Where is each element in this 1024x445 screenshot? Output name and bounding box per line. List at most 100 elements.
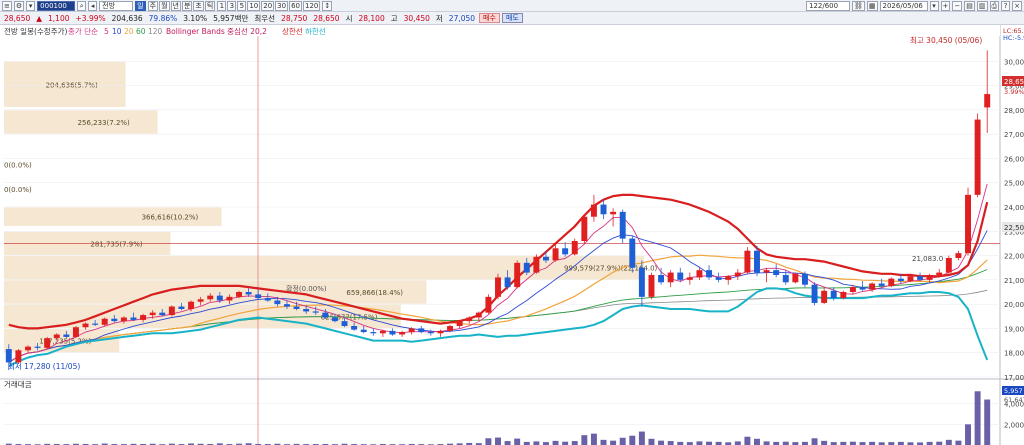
candle-body xyxy=(418,328,425,333)
minute-preset-button-6[interactable]: 60 xyxy=(289,0,303,11)
period-button-1[interactable]: 월 xyxy=(159,0,170,11)
ma5-legend: 5 xyxy=(104,27,109,36)
candle-body xyxy=(303,309,310,312)
candle-body xyxy=(399,332,406,335)
candle-body xyxy=(92,323,99,325)
help-icon[interactable]: ? xyxy=(1001,0,1011,11)
sell-button[interactable]: 매도 xyxy=(501,13,523,23)
candle-body xyxy=(917,276,924,280)
price-tick-label: 28,000 xyxy=(1004,107,1024,115)
period-buttons: 주월년분초틱 xyxy=(147,0,216,11)
prev-stock-icon[interactable]: ◂ xyxy=(88,0,98,11)
period-button-4[interactable]: 초 xyxy=(193,0,204,11)
search-icon[interactable]: ⌕ xyxy=(77,0,87,11)
period-button-3[interactable]: 분 xyxy=(181,0,193,11)
candle-body xyxy=(600,204,607,215)
period-button-0[interactable]: 주 xyxy=(147,0,159,11)
price-chart[interactable]: 204,636(5.7%)256,233(7.2%)0(0.0%)0(0.0%)… xyxy=(0,25,1024,445)
volume-bar xyxy=(581,435,588,445)
candle-body xyxy=(801,273,808,285)
volume-bar xyxy=(955,440,962,445)
chain-icon[interactable]: ⛓ xyxy=(852,0,865,11)
volume-bar xyxy=(552,440,559,445)
vol-tag: 5,957 xyxy=(1004,387,1023,395)
candle-body xyxy=(926,275,933,280)
ma120-legend: 120 xyxy=(148,27,163,36)
period-day-button[interactable]: 일 xyxy=(135,0,146,11)
settings-icon[interactable]: ⚙ xyxy=(13,0,25,11)
price-tick-label: 27,000 xyxy=(1004,131,1024,139)
candle-body xyxy=(734,272,741,277)
price-tick-label: 18,000 xyxy=(1004,350,1024,358)
candle-body xyxy=(168,306,175,316)
volume-bar xyxy=(533,441,540,445)
volume-tick-label: 2,000 xyxy=(1004,421,1024,429)
price-tick-label: 17,000 xyxy=(1004,374,1024,382)
volume-title: 거래대금 xyxy=(4,380,32,389)
close-icon[interactable]: × xyxy=(1012,0,1022,11)
stock-code-input[interactable]: 000100 xyxy=(37,0,76,11)
volume-bar xyxy=(811,438,818,445)
up-arrow-icon: ▲ xyxy=(36,13,43,23)
data-count-field[interactable]: 122/600 xyxy=(806,0,850,11)
bollinger-lower-legend: 하한선 xyxy=(305,26,326,36)
minute-preset-button-1[interactable]: 3 xyxy=(227,0,237,11)
volume-bar xyxy=(945,439,952,445)
price-tick-label: 20,000 xyxy=(1004,301,1024,309)
high-annotation: 최고 30,450 (05/06) xyxy=(910,35,982,45)
candle-body xyxy=(5,349,12,363)
candle-body xyxy=(101,318,108,325)
candle-body xyxy=(72,327,79,337)
minute-preset-button-2[interactable]: 5 xyxy=(237,0,247,11)
volume-profile-label: 0(0.0%) xyxy=(4,186,32,194)
candle-body xyxy=(830,290,837,299)
minute-preset-button-4[interactable]: 20 xyxy=(261,0,275,11)
minute-preset-button-7[interactable]: 120 xyxy=(303,0,321,11)
print-icon[interactable]: ⎙ xyxy=(989,0,1000,11)
price-tick-label: 25,000 xyxy=(1004,180,1024,188)
candle-body xyxy=(447,326,454,331)
turnover-pct: 3.10% xyxy=(183,13,208,23)
cursor-tool-icon[interactable]: ↕ xyxy=(322,0,333,11)
candle-body xyxy=(907,276,914,282)
trade-value: 5,957백만 xyxy=(213,13,249,23)
candle-body xyxy=(197,299,204,302)
candle-body xyxy=(897,278,904,282)
volume-value: 204,636 xyxy=(111,13,143,23)
period-button-5[interactable]: 틱 xyxy=(204,0,216,11)
ma-legend-prefix: 종가 단순 xyxy=(68,26,98,36)
candle-body xyxy=(792,273,799,283)
chart-type-button[interactable]: ▾ xyxy=(26,0,36,11)
buy-button[interactable]: 매수 xyxy=(479,13,500,23)
period-button-2[interactable]: 년 xyxy=(170,0,181,11)
candle-body xyxy=(849,287,856,292)
candle-body xyxy=(408,328,415,333)
ma60-legend: 60 xyxy=(136,27,146,36)
candle-body xyxy=(638,267,645,297)
layout-icon[interactable]: ▤ xyxy=(964,0,975,11)
menu-icon[interactable]: ≡ xyxy=(2,0,12,11)
price-change-pct: +3.99% xyxy=(75,13,106,23)
zoom-out-icon[interactable]: − xyxy=(952,0,963,11)
candle-body xyxy=(456,321,463,326)
minute-preset-button-3[interactable]: 10 xyxy=(247,0,261,11)
minute-preset-button-5[interactable]: 30 xyxy=(275,0,289,11)
volume-bar xyxy=(629,435,636,445)
candle-body xyxy=(312,311,319,313)
price-tick-label: 30,000 xyxy=(1004,58,1024,66)
calendar-picker-icon[interactable]: ▾ xyxy=(929,0,939,11)
current-price: 28,650 xyxy=(4,13,31,23)
volume-profile-label: 659,866(18.4%) xyxy=(346,289,403,297)
chart-window: ≡ ⚙ ▾ 000100 ⌕ ◂ 전방 일 주월년분초틱 1 3 5 10 20 30 60… xyxy=(0,0,1024,445)
candle-body xyxy=(773,270,780,275)
minute-preset-button-0[interactable]: 1 xyxy=(217,0,227,11)
candle-body xyxy=(552,248,559,261)
calendar-icon[interactable]: ▦ xyxy=(866,0,878,11)
candle-body xyxy=(696,270,703,278)
candle-body xyxy=(264,298,271,301)
price-tick-label: 19,000 xyxy=(1004,325,1024,333)
zoom-in-icon[interactable]: + xyxy=(940,0,951,11)
date-field[interactable]: 2026/05/06 xyxy=(879,0,928,11)
stock-name-field[interactable]: 전방 xyxy=(99,0,134,11)
window-split-icon[interactable]: ▥ xyxy=(976,0,988,11)
